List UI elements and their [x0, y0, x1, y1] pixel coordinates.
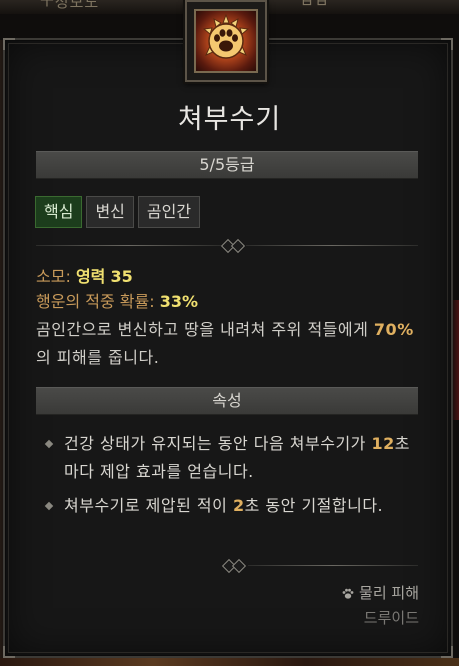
class-name: 드루이드 [363, 609, 419, 627]
property-number: 2 [232, 496, 245, 515]
skill-stats: 소모: 영력 35 행운의 적중 확률: 33% [36, 264, 198, 314]
frame-corner [441, 38, 453, 50]
claw-icon [341, 587, 355, 601]
property-item: 건강 상태가 유지되는 동안 다음 쳐부수기가 12초마다 제압 효과를 얻습니… [44, 430, 424, 486]
desc-damage-pct: 70% [373, 320, 414, 339]
lucky-hit-label: 행운의 적중 확률: [36, 292, 155, 311]
skill-tags: 핵심 변신 곰인간 [35, 196, 201, 228]
property-text: 초 동안 기절합니다. [244, 496, 384, 515]
skill-name: 쳐부수기 [177, 104, 282, 135]
damage-type-label: 물리 피해 [359, 584, 419, 602]
property-item: 쳐부수기로 제압된 적이 2초 동안 기절합니다. [44, 492, 424, 520]
background-bottom-strip [0, 658, 459, 666]
skill-rank: 5/5등급 [36, 151, 418, 179]
tag-werebear: 곰인간 [137, 196, 201, 228]
tag-core: 핵심 [35, 196, 83, 228]
cost-resource: 영력 [75, 267, 106, 286]
bullet-diamond-icon [44, 501, 54, 511]
background-text-right: ㅂㅂ [300, 0, 330, 11]
properties-header: 속성 [36, 387, 418, 415]
lucky-hit-value: 33% [159, 292, 198, 311]
divider [218, 558, 418, 574]
tag-shapeshift: 변신 [86, 196, 134, 228]
properties-list: 건강 상태가 유지되는 동안 다음 쳐부수기가 12초마다 제압 효과를 얻습니… [44, 430, 424, 526]
bear-paw-icon [194, 9, 258, 73]
frame-corner [3, 38, 15, 50]
skill-icon-frame [185, 0, 267, 82]
property-text: 건강 상태가 유지되는 동안 다음 쳐부수기가 [64, 434, 372, 453]
bullet-diamond-icon [44, 439, 54, 449]
lucky-hit-line: 행운의 적중 확률: 33% [36, 289, 198, 314]
cost-value: 35 [110, 267, 133, 286]
desc-text: 곰인간으로 변신하고 땅을 내려쳐 주위 적들에게 [36, 320, 374, 339]
property-number: 12 [371, 434, 395, 453]
skill-description: 곰인간으로 변신하고 땅을 내려쳐 주위 적들에게 70% 의 피해를 줍니다. [36, 316, 420, 372]
frame-corner [3, 646, 15, 658]
damage-type: 물리 피해 [341, 582, 419, 603]
frame-corner [441, 646, 453, 658]
property-text: 쳐부수기로 제압된 적이 [64, 496, 233, 515]
desc-text: 의 피해를 줍니다. [36, 348, 160, 367]
divider [36, 238, 418, 254]
background-text-left: ㅜ성보도 [40, 0, 100, 11]
cost-label: 소모: [36, 267, 71, 286]
cost-line: 소모: 영력 35 [36, 264, 198, 289]
